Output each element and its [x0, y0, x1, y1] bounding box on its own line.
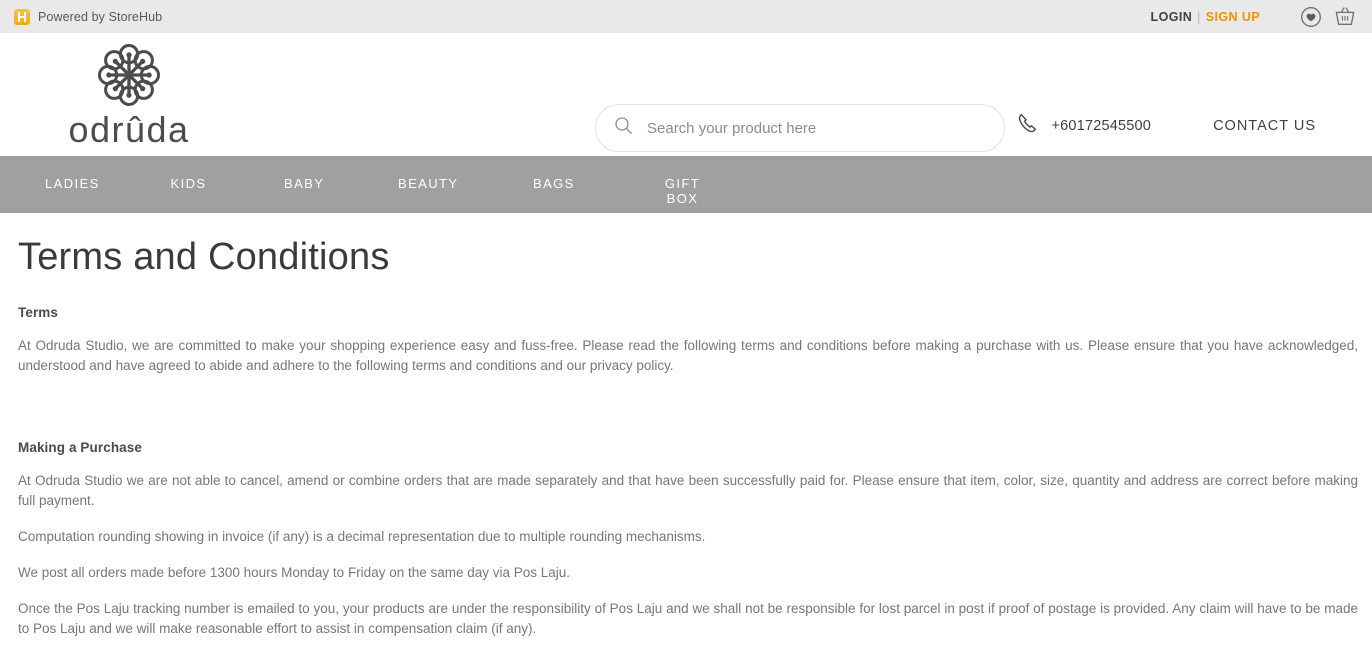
nav-item-gift-box[interactable]: GIFT BOX	[652, 176, 713, 206]
section-paragraph: Once the Pos Laju tracking number is ema…	[18, 600, 1358, 636]
phone-number: +60172545500	[1051, 117, 1152, 134]
nav-item-ladies[interactable]: LADIES	[45, 176, 98, 191]
basket-icon[interactable]	[1332, 4, 1358, 30]
section-paragraph: Computation rounding showing in invoice …	[18, 528, 706, 544]
powered-by-label: Powered by StoreHub	[38, 9, 163, 24]
nav-item-baby[interactable]: BABY	[284, 176, 323, 191]
nav-item-bags[interactable]: BAGS	[533, 176, 573, 191]
page-content: Terms and Conditions Terms At Odruda Stud…	[0, 213, 1372, 639]
section-paragraph: We post all orders made before 1300 hour…	[18, 564, 571, 580]
section-paragraph: At Odruda Studio, we are committed to ma…	[18, 337, 1358, 373]
section-heading: Making a Purchase	[18, 439, 142, 455]
contact-us-link[interactable]: CONTACT US	[1213, 118, 1316, 134]
storehub-badge-icon	[14, 8, 30, 25]
auth-separator: |	[1197, 9, 1201, 24]
phone-icon	[1016, 111, 1040, 140]
section-paragraph: At Odruda Studio we are not able to canc…	[18, 472, 1358, 508]
powered-by-storehub: Powered by StoreHub	[14, 8, 163, 25]
heart-in-circle-icon[interactable]	[1298, 4, 1324, 30]
phone-link[interactable]: +60172545500	[1016, 111, 1152, 140]
main-navigation: LADIES KIDS BABY BEAUTY BAGS GIFT BOX	[0, 156, 1372, 213]
search-icon	[614, 116, 633, 140]
site-header: odrûda +60172545500 CONTACT US	[0, 33, 1372, 156]
login-link[interactable]: LOGIN	[1151, 10, 1193, 24]
header-contact-group: +60172545500 CONTACT US	[1016, 111, 1372, 140]
top-utility-bar: Powered by StoreHub LOGIN | SIGN UP	[0, 0, 1372, 33]
search-input[interactable]	[645, 118, 986, 138]
nav-item-kids[interactable]: KIDS	[170, 176, 207, 191]
signup-link[interactable]: SIGN UP	[1206, 10, 1260, 24]
top-bar-right-group: LOGIN | SIGN UP	[1151, 4, 1358, 30]
nav-item-beauty[interactable]: BEAUTY	[398, 176, 457, 191]
flower-mandala-logo-icon	[93, 39, 165, 111]
auth-links: LOGIN | SIGN UP	[1151, 10, 1260, 24]
logo-wordmark: odrûda	[68, 108, 190, 150]
section-heading: Terms	[18, 304, 59, 320]
page-title: Terms and Conditions	[18, 236, 390, 278]
site-logo[interactable]: odrûda	[0, 39, 250, 151]
terms-sections: Terms At Odruda Studio, we are committed …	[18, 305, 1358, 639]
product-search[interactable]	[595, 104, 1005, 152]
